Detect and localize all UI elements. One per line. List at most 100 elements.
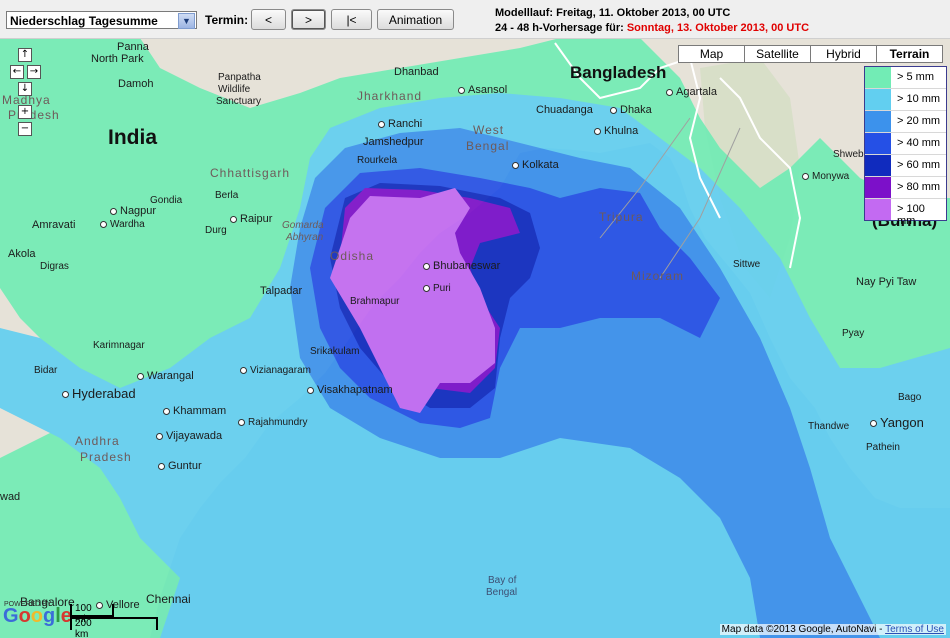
google-logo[interactable]: Google (3, 605, 72, 628)
city-label-dhanbad: Dhanbad (394, 66, 439, 78)
precipitation-legend: > 5 mm > 10 mm > 20 mm > 40 mm > 60 mm > 80 m… (864, 66, 947, 227)
legend-row: > 40 mm (865, 133, 946, 155)
region-label-chhattisgarh: Chhattisgarh (210, 166, 291, 180)
toolbar: Niederschlag Tagesumme ▼ Termin: < > |< … (0, 0, 950, 39)
city-label-nay-pyi-taw: Nay Pyi Taw (856, 276, 917, 288)
legend-swatch (865, 199, 891, 220)
region-label-mizoram: Mizoram (631, 269, 685, 283)
city-label-chennai: Chennai (146, 592, 191, 606)
map-type-satellite-button[interactable]: Satellite (744, 45, 811, 63)
city-label-hyderabad: Hyderabad (62, 386, 136, 401)
city-label-srikakulam: Srikakulam (310, 346, 360, 357)
city-label-yangon: Yangon (870, 415, 924, 430)
map-type-map-button[interactable]: Map (678, 45, 745, 63)
legend-swatch (865, 155, 891, 176)
forecast-date: Sonntag, 13. Oktober 2013, 00 UTC (626, 22, 810, 34)
city-label-north-park: North Park (91, 53, 144, 65)
forecast-prefix: 24 - 48 h-Vorhersage für: (495, 22, 627, 34)
city-label-wildlife: Wildlife (218, 84, 251, 95)
city-label-warangal: Warangal (137, 370, 194, 382)
next-step-button[interactable]: > (291, 9, 326, 30)
city-label-vizianagaram: Vizianagaram (240, 365, 311, 376)
city-label-brahmapur: Brahmapur (350, 296, 400, 307)
scale-label-km: 200 km (75, 618, 92, 638)
city-label-wad: wad (0, 491, 21, 503)
city-label-berla: Berla (215, 190, 239, 201)
city-label-bidar: Bidar (34, 365, 58, 376)
region-label-odisha: Odisha (330, 249, 375, 263)
city-label-rourkela: Rourkela (357, 155, 398, 166)
legend-label: > 10 mm (897, 93, 941, 105)
city-label-monywa: Monywa (802, 171, 849, 182)
city-label-raipur: Raipur (230, 213, 272, 225)
city-label-khammam: Khammam (163, 405, 226, 417)
city-label-dhaka: Dhaka (610, 104, 652, 116)
map-canvas[interactable]: India Bangladesh (Burma) Madhya Pradesh … (0, 38, 950, 638)
city-label-kolkata: Kolkata (512, 159, 559, 171)
city-label-durg: Durg (205, 225, 227, 236)
region-label-pradesh: Pradesh (8, 108, 60, 122)
forecast-info: 24 - 48 h-Vorhersage für: Sonntag, 13. O… (495, 22, 809, 34)
arrow-up-icon[interactable]: ↑ (18, 48, 32, 62)
country-label-bangladesh: Bangladesh (570, 63, 667, 82)
attribution-text: Map data ©2013 Google, AutoNavi - (721, 624, 883, 635)
legend-label: > 60 mm (897, 159, 941, 171)
region-label-abhyran: Abhyran (286, 232, 324, 243)
region-label-jharkhand: Jharkhand (357, 89, 423, 103)
city-label-asansol: Asansol (458, 84, 507, 96)
arrow-down-icon[interactable]: ↓ (18, 82, 32, 96)
city-label-chuadanga: Chuadanga (536, 104, 593, 116)
water-label-bengal: Bengal (486, 587, 518, 598)
city-label-rajahmundry: Rajahmundry (238, 417, 307, 428)
weather-map-app: Niederschlag Tagesumme ▼ Termin: < > |< … (0, 0, 950, 638)
region-label-pradesh-2: Pradesh (80, 450, 132, 464)
legend-label: > 5 mm (897, 71, 934, 83)
arrow-left-icon[interactable]: ← (10, 65, 24, 79)
arrow-right-icon[interactable]: → (27, 65, 41, 79)
legend-label: > 100 mm (897, 203, 925, 227)
chevron-down-icon[interactable]: ▼ (178, 13, 195, 29)
region-label-andhra: Andhra (75, 434, 120, 448)
previous-step-button[interactable]: < (251, 9, 286, 30)
map-type-hybrid-button[interactable]: Hybrid (810, 45, 877, 63)
zoom-out-icon[interactable]: − (18, 122, 32, 136)
water-label-bay-of: Bay of (488, 575, 517, 586)
country-label-india: India (108, 126, 158, 149)
city-label-wardha: Wardha (100, 219, 145, 230)
city-label-gondia: Gondia (150, 195, 183, 206)
legend-swatch (865, 67, 891, 88)
product-select-value: Niederschlag Tagesumme (10, 14, 158, 28)
city-label-digras: Digras (40, 261, 69, 272)
city-label-sittwe: Sittwe (733, 259, 761, 270)
city-label-panpatha: Panpatha (218, 72, 261, 83)
terms-of-use-link[interactable]: Terms of Use (885, 624, 944, 635)
city-label-vijayawada: Vijayawada (156, 430, 222, 442)
legend-swatch (865, 111, 891, 132)
legend-row: > 100 mm (865, 199, 946, 227)
city-label-akola: Akola (8, 248, 36, 260)
city-label-pyay: Pyay (842, 328, 865, 339)
legend-row: > 20 mm (865, 111, 946, 133)
legend-row: > 10 mm (865, 89, 946, 111)
city-label-guntur: Guntur (158, 460, 202, 472)
city-label-ranchi: Ranchi (378, 118, 422, 130)
city-label-sanctuary: Sanctuary (216, 96, 262, 107)
city-label-damoh: Damoh (118, 78, 154, 90)
legend-label: > 20 mm (897, 115, 941, 127)
city-label-visakhapatnam: Visakhapatnam (307, 384, 393, 396)
city-label-pathein: Pathein (866, 442, 900, 453)
region-label-west: West (473, 123, 505, 137)
city-label-karimnagar: Karimnagar (93, 340, 145, 351)
city-label-amravati: Amravati (32, 219, 76, 231)
region-label-gomarda: Gomarda (282, 220, 324, 231)
city-label-bhubaneswar: Bhubaneswar (423, 260, 500, 272)
map-type-terrain-button[interactable]: Terrain (876, 45, 943, 63)
zoom-in-icon[interactable]: + (18, 105, 32, 119)
legend-row: > 80 mm (865, 177, 946, 199)
animation-button[interactable]: Animation (377, 9, 454, 30)
legend-label: > 40 mm (897, 137, 941, 149)
city-label-jamshedpur: Jamshedpur (363, 136, 424, 148)
first-step-button[interactable]: |< (331, 9, 372, 30)
product-select[interactable]: Niederschlag Tagesumme ▼ (6, 11, 197, 29)
city-label-thandwe: Thandwe (808, 421, 850, 432)
